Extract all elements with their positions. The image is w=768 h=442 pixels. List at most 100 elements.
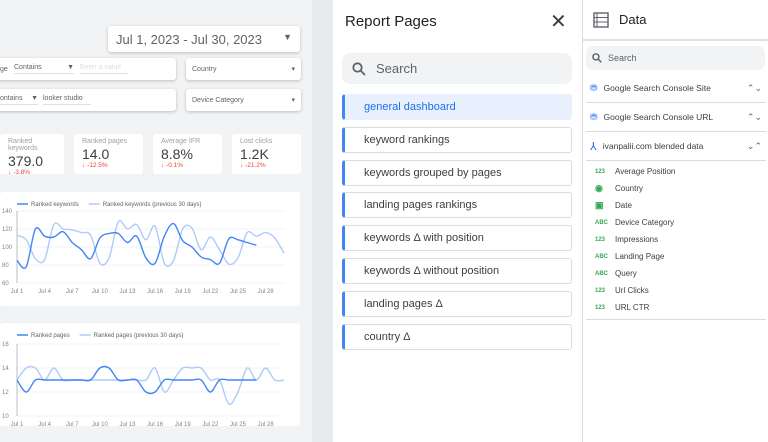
data-source-blended[interactable]: ⅄ ivanpalii.com blended data ⌄⌃	[586, 132, 766, 161]
page-item[interactable]: keywords Δ with position	[342, 225, 572, 252]
y-tick-label: 80	[2, 263, 9, 269]
x-tick-label: Jul 4	[38, 422, 51, 426]
page-item[interactable]: keywords Δ without position	[342, 258, 572, 284]
x-tick-label: Jul 10	[92, 422, 109, 426]
y-tick-label: 12	[2, 390, 9, 396]
kpi-label: Lost clicks	[240, 138, 273, 145]
page-item[interactable]: landing pages rankings	[342, 192, 572, 219]
field-item[interactable]: ◉ Country	[586, 180, 766, 197]
dropdown-label: Country	[192, 65, 217, 73]
expand-icon[interactable]: ⌃⌄	[747, 83, 762, 94]
filter-label: ge	[0, 65, 8, 73]
field-item[interactable]: 123 Average Position	[586, 163, 766, 180]
text-type-icon: ABC	[595, 253, 608, 260]
field-name: Device Category	[615, 218, 675, 227]
search-console-icon: ⛃	[590, 82, 598, 93]
data-source-gsc-url[interactable]: ⛃ Google Search Console URL ⌃⌄	[586, 103, 766, 132]
operator-select[interactable]: Contains ▼	[14, 64, 74, 74]
kpi-label: Ranked keywords	[8, 138, 38, 152]
field-name: Url Clicks	[615, 286, 649, 295]
kpi-ranked-pages: Ranked pages 14.0 ↓ -12.5%	[74, 134, 143, 174]
x-tick-label: Jul 28	[258, 422, 275, 426]
field-item[interactable]: ABC Landing Page	[586, 248, 766, 265]
field-item[interactable]: ABC Device Category	[586, 214, 766, 231]
panel-divider	[312, 0, 333, 442]
x-tick-label: Jul 25	[230, 422, 247, 426]
kpi-label: Average IFR	[161, 138, 201, 145]
x-tick-label: Jul 10	[92, 289, 109, 295]
pages-search-input[interactable]: Search	[342, 53, 572, 84]
legend-label: Ranked pages (previous 30 days)	[94, 333, 184, 339]
page-item[interactable]: country Δ	[342, 323, 572, 350]
data-source-gsc-site[interactable]: ⛃ Google Search Console Site ⌃⌄	[586, 74, 766, 103]
operator-select[interactable]: ontains ▼	[0, 95, 38, 105]
kpi-delta-value: -12.5%	[87, 162, 108, 169]
date-range-picker[interactable]: Jul 1, 2023 - Jul 30, 2023 ▼	[108, 26, 300, 52]
x-tick-label: Jul 19	[175, 289, 192, 295]
filter-value-input[interactable]: looker studio	[43, 95, 91, 105]
page-item[interactable]: keyword rankings	[342, 126, 572, 153]
ranked-pages-chart: 10 12 14 16 Jul 1 Jul 4 Jul 7 Jul 10 Jul 13 Jul 1…	[0, 323, 300, 428]
report-pages-panel: Report Pages ✕ Search general dashboard k…	[333, 0, 582, 442]
page-item[interactable]: keywords grouped by pages	[342, 159, 572, 186]
search-placeholder: Search	[376, 61, 418, 76]
y-tick-label: 16	[2, 342, 9, 348]
page-item[interactable]: general dashboard	[342, 94, 572, 120]
x-tick-label: Jul 7	[66, 289, 79, 295]
field-name: Country	[615, 184, 644, 193]
data-panel: Data Search ⛃ Google Search Console Site ⌃…	[582, 0, 768, 442]
field-item[interactable]: 123 Impressions	[586, 231, 766, 248]
kpi-delta: ↓ -12.5%	[82, 162, 108, 169]
x-tick-label: Jul 19	[175, 422, 192, 426]
filter-value-input[interactable]: Enter a value	[80, 64, 128, 74]
field-item[interactable]: 123 URL CTR	[586, 299, 766, 316]
x-tick-label: Jul 16	[147, 422, 164, 426]
field-item[interactable]: ▣ Date	[586, 197, 766, 214]
page-item[interactable]: landing pages Δ	[342, 290, 572, 317]
kpi-delta: ↓ -21.2%	[240, 162, 266, 169]
blend-icon: ⅄	[590, 140, 597, 153]
search-console-icon: ⛃	[590, 111, 598, 122]
caret-down-icon: ▼	[67, 64, 74, 71]
source-name: Google Search Console URL	[603, 112, 714, 122]
globe-type-icon: ◉	[595, 183, 603, 193]
close-icon[interactable]: ✕	[550, 9, 567, 34]
series-line	[16, 365, 285, 406]
number-type-icon: 123	[595, 168, 606, 175]
country-dropdown[interactable]: Country ▾	[186, 58, 301, 80]
chart-svg: 60 80 100 120 140 Jul 1 Jul 4 Jul 7 Jul 10 Jul 13…	[2, 202, 285, 295]
field-item[interactable]: 123 Url Clicks	[586, 282, 766, 299]
number-type-icon: 123	[595, 287, 606, 294]
x-tick-label: Jul 22	[202, 289, 219, 295]
operator-value: Contains	[14, 64, 42, 71]
field-item[interactable]: ABC Query	[586, 265, 766, 282]
caret-down-icon: ▾	[291, 97, 295, 104]
kpi-delta-value: -0.1%	[166, 162, 184, 169]
text-type-icon: ABC	[595, 270, 608, 277]
kpi-label: Ranked pages	[82, 138, 128, 145]
filter-control-1[interactable]: ge Contains ▼ Enter a value	[0, 58, 176, 80]
series-line	[16, 222, 257, 269]
kpi-average-ifr: Average IFR 8.8% ↓ -0.1%	[153, 134, 222, 174]
search-placeholder: Search	[608, 53, 637, 63]
kpi-value: 8.8%	[161, 146, 193, 162]
y-tick-label: 140	[2, 209, 13, 215]
field-name: URL CTR	[615, 303, 650, 312]
kpi-lost-clicks: Lost clicks 1.2K ↓ -21.2%	[232, 134, 301, 174]
kpi-delta: ↓ -3.8%	[8, 169, 31, 176]
expand-icon[interactable]: ⌃⌄	[747, 112, 762, 123]
caret-down-icon: ▼	[283, 32, 292, 42]
kpi-delta-value: -3.8%	[13, 169, 31, 176]
y-tick-label: 60	[2, 281, 9, 287]
text-type-icon: ABC	[595, 219, 608, 226]
kpi-delta-value: -21.2%	[245, 162, 266, 169]
collapse-icon[interactable]: ⌄⌃	[747, 141, 762, 152]
field-name: Average Position	[615, 167, 676, 176]
number-type-icon: 123	[595, 236, 606, 243]
kpi-value: 1.2K	[240, 146, 269, 162]
data-search-input[interactable]: Search	[586, 46, 765, 70]
device-category-dropdown[interactable]: Device Category ▾	[186, 89, 301, 111]
field-name: Landing Page	[615, 252, 665, 261]
series-line	[16, 365, 257, 395]
filter-control-2[interactable]: ontains ▼ looker studio	[0, 89, 176, 111]
